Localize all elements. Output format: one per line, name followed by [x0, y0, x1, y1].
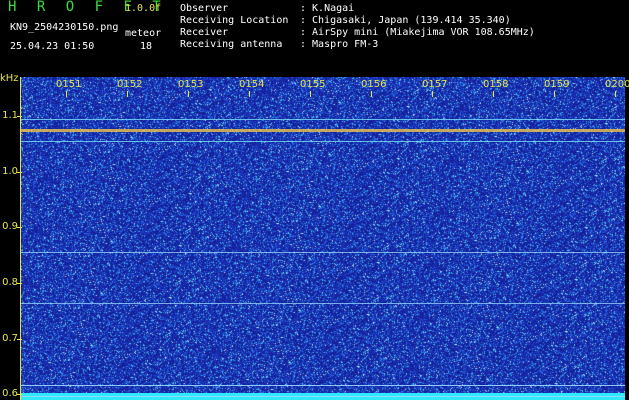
- x-tick: [310, 91, 311, 97]
- y-tick: [17, 394, 22, 396]
- y-tick-label: 0.7: [2, 332, 18, 344]
- observer-key: Observer: [180, 3, 229, 14]
- observer-value: : K.Nagai: [300, 3, 355, 14]
- signal-line: [21, 302, 625, 304]
- y-tick-label: 0.8: [2, 277, 18, 289]
- signal-line: [21, 396, 625, 398]
- x-tick: [432, 91, 433, 97]
- meteor-count: 18: [140, 41, 153, 52]
- unit-label: meteor: [125, 28, 162, 39]
- receiver-value: : AirSpy mini (Miakejima VOR 108.65MHz): [300, 27, 535, 38]
- y-tick: [17, 283, 22, 285]
- y-tick: [17, 227, 22, 229]
- y-tick: [17, 115, 22, 117]
- y-tick: [17, 171, 22, 173]
- x-tick-label: 0151: [56, 79, 82, 90]
- y-tick-label: 0.9: [2, 221, 18, 233]
- x-tick: [188, 91, 189, 97]
- x-tick: [615, 91, 616, 97]
- signal-line: [21, 141, 625, 143]
- x-tick: [249, 91, 250, 97]
- x-tick: [127, 91, 128, 97]
- signal-line: [21, 128, 625, 132]
- signal-line: [21, 118, 625, 120]
- y-tick: [17, 338, 22, 340]
- y-axis-unit: kHz: [0, 73, 19, 84]
- x-tick-label: 0153: [178, 79, 204, 90]
- app-version: 1.0.0f: [125, 3, 162, 14]
- y-tick-label: 1.1: [2, 109, 18, 121]
- y-tick-label: 1.0: [2, 165, 18, 177]
- x-tick: [493, 91, 494, 97]
- signal-line: [21, 384, 625, 386]
- noise-field: [21, 77, 625, 400]
- x-tick-label: 0158: [483, 79, 509, 90]
- y-tick-label: 0.6: [2, 388, 18, 400]
- x-tick-label: 0156: [361, 79, 387, 90]
- timestamp: 25.04.23 01:50: [10, 41, 95, 52]
- antenna-value: : Maspro FM-3: [300, 39, 379, 50]
- x-tick-label: 0157: [422, 79, 448, 90]
- x-tick-label: 0200: [605, 79, 629, 90]
- receiver-key: Receiver: [180, 27, 229, 38]
- antenna-key: Receiving antenna: [180, 39, 283, 50]
- x-tick: [66, 91, 67, 97]
- x-tick-label: 0155: [300, 79, 326, 90]
- location-key: Receiving Location: [180, 15, 289, 26]
- x-tick-label: 0159: [544, 79, 570, 90]
- spectrogram: [20, 77, 625, 400]
- signal-line: [21, 252, 625, 254]
- x-tick: [554, 91, 555, 97]
- x-tick-label: 0154: [239, 79, 265, 90]
- file-name: KN9_2504230150.png: [10, 22, 119, 33]
- x-tick-label: 0152: [117, 79, 143, 90]
- x-tick: [371, 91, 372, 97]
- location-value: : Chigasaki, Japan (139.414 35.340): [300, 15, 511, 26]
